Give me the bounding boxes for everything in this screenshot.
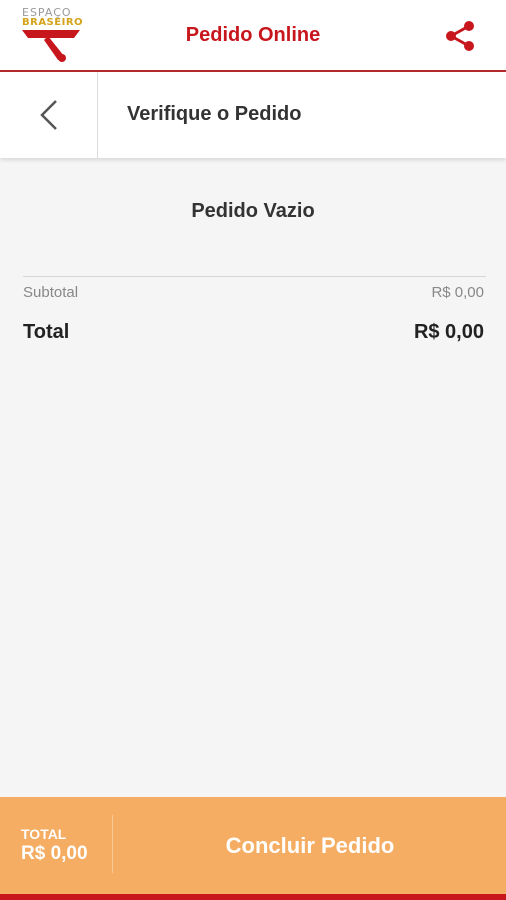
footer-divider [112, 815, 113, 873]
share-button[interactable] [440, 18, 480, 54]
bottom-accent-strip [0, 894, 506, 900]
footer-total-label: TOTAL [21, 826, 67, 842]
app-header: ESPAÇO BRASEIRO Pedido Online [0, 0, 506, 72]
share-icon [446, 21, 474, 51]
chevron-left-icon [39, 100, 57, 130]
page-header: Verifique o Pedido [0, 72, 506, 158]
subtotal-value: R$ 0,00 [431, 284, 484, 301]
page-title: Verifique o Pedido [127, 103, 302, 125]
subtotal-label: Subtotal [23, 284, 79, 301]
app-title: Pedido Online [185, 24, 321, 46]
footer-total-value: R$ 0,00 [21, 843, 88, 864]
summary-divider [23, 276, 486, 277]
checkout-footer: TOTAL R$ 0,00 Concluir Pedido [0, 797, 506, 894]
conclude-order-button[interactable]: Concluir Pedido [114, 797, 506, 894]
back-button[interactable] [0, 72, 98, 158]
total-label: Total [23, 321, 70, 343]
total-value: R$ 0,00 [413, 321, 484, 343]
empty-order-message: Pedido Vazio [191, 200, 315, 222]
